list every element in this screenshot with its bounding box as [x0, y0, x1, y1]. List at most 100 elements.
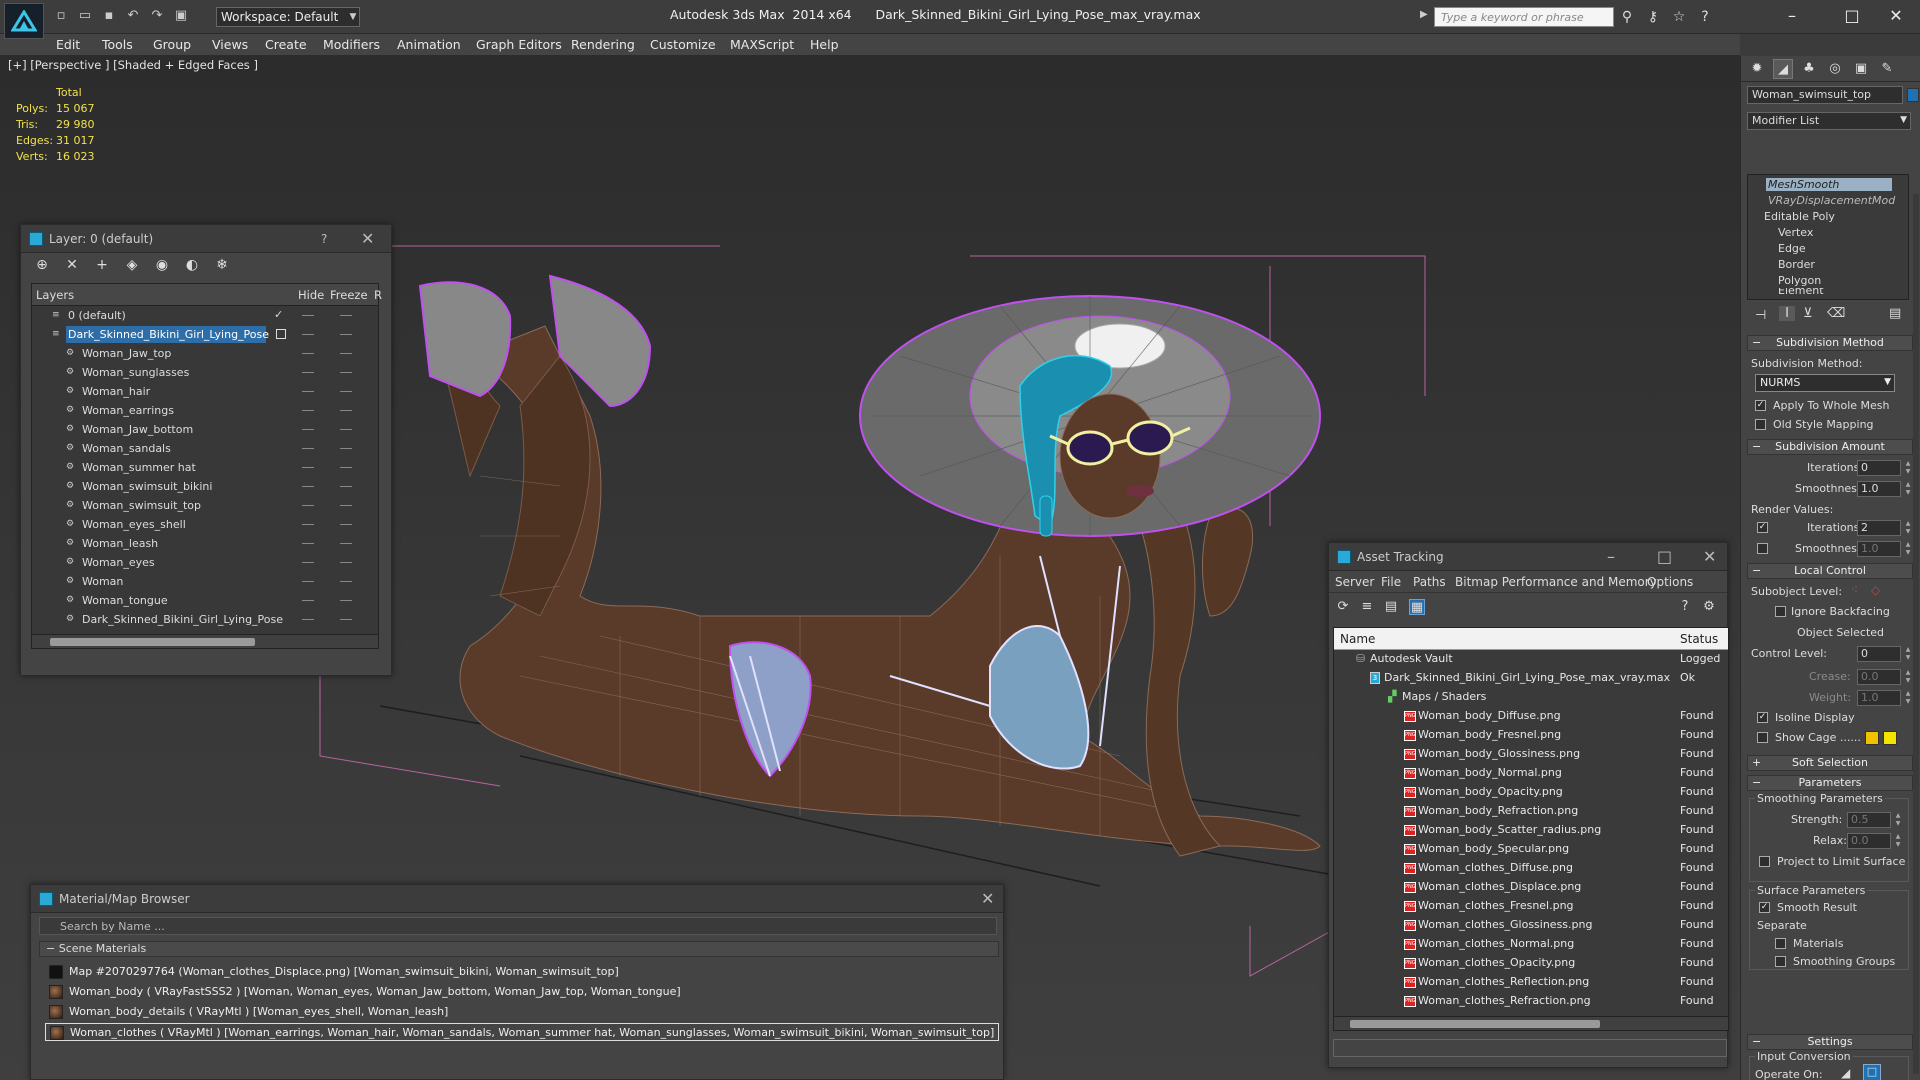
undo-icon[interactable]: ↶	[124, 8, 142, 24]
col-hide[interactable]: Hide	[298, 288, 324, 302]
project-limit-surface-checkbox[interactable]	[1759, 856, 1770, 867]
freeze-toggle[interactable]	[340, 467, 352, 468]
viewport-label[interactable]: [+] [Perspective ] [Shaded + Edged Faces…	[8, 58, 258, 72]
layer-row[interactable]: ≡ 0 (default) ✓	[32, 306, 378, 325]
utilities-tab-icon[interactable]: ✎	[1877, 59, 1897, 79]
asset-row[interactable]: PNG Woman_body_Scatter_radius.png Found	[1334, 821, 1728, 840]
rollout-subdivision-method[interactable]: − Subdivision Method	[1747, 335, 1913, 351]
layer-row[interactable]: ⚙ Dark_Skinned_Bikini_Girl_Lying_Pose	[32, 610, 378, 629]
asset-row[interactable]: PNG Woman_clothes_Fresnel.png Found	[1334, 897, 1728, 916]
crease-spinner[interactable]: 0.0	[1857, 669, 1901, 685]
edge-subobject-icon[interactable]: ◇	[1871, 583, 1880, 597]
hide-all-icon[interactable]: ◐	[183, 257, 201, 275]
asset-row[interactable]: PNG Woman_body_Opacity.png Found	[1334, 783, 1728, 802]
search-expand-icon[interactable]: ▶	[1420, 9, 1428, 20]
object-color-swatch[interactable]	[1907, 88, 1919, 102]
menu-bitmap-performance[interactable]: Bitmap Performance and Memory	[1455, 575, 1657, 589]
col-name[interactable]: Name	[1340, 632, 1375, 646]
object-name-field[interactable]: Woman_swimsuit_top	[1747, 86, 1903, 104]
open-file-icon[interactable]: ▭	[76, 8, 94, 24]
scroll-thumb[interactable]	[1350, 1020, 1600, 1028]
stack-item-vertex[interactable]: Vertex	[1778, 226, 1813, 239]
asset-row[interactable]: PNG Woman_clothes_Normal.png Found	[1334, 935, 1728, 954]
freeze-all-icon[interactable]: ❄	[213, 257, 231, 275]
material-browser-titlebar[interactable]: Material/Map Browser ✕	[31, 885, 1003, 913]
col-freeze[interactable]: Freeze	[330, 288, 368, 302]
material-row-selected[interactable]: Woman_clothes ( VRayMtl ) [Woman_earring…	[45, 1023, 999, 1041]
separate-materials-checkbox[interactable]	[1775, 938, 1786, 949]
asset-row[interactable]: PNG Woman_clothes_Opacity.png Found	[1334, 954, 1728, 973]
material-row[interactable]: Woman_body_details ( VRayMtl ) [Woman_ey…	[45, 1003, 999, 1021]
hide-toggle[interactable]	[302, 429, 314, 430]
create-tab-icon[interactable]: ✹	[1747, 59, 1767, 79]
col-layers[interactable]: Layers	[36, 288, 74, 302]
asset-row[interactable]: ▞ Maps / Shaders	[1334, 688, 1728, 707]
set-active-layer-box[interactable]	[276, 329, 286, 339]
render-smoothness-checkbox[interactable]	[1757, 543, 1768, 554]
freeze-toggle[interactable]	[340, 524, 352, 525]
layer-row[interactable]: ⚙ Woman_swimsuit_bikini	[32, 477, 378, 496]
list-view-icon[interactable]: ≡	[1359, 599, 1375, 615]
strength-spinner[interactable]: 0.5	[1847, 812, 1891, 828]
layer-row[interactable]: ⚙ Woman	[32, 572, 378, 591]
freeze-toggle[interactable]	[340, 448, 352, 449]
freeze-toggle[interactable]	[340, 581, 352, 582]
help-button[interactable]: ?	[321, 232, 327, 246]
hide-toggle[interactable]	[302, 524, 314, 525]
stack-item-polygon[interactable]: Polygon	[1778, 274, 1821, 287]
hide-toggle[interactable]	[302, 505, 314, 506]
make-unique-icon[interactable]: ⊻	[1803, 306, 1813, 321]
hide-toggle[interactable]	[302, 562, 314, 563]
iterations-spinner[interactable]: 0	[1857, 460, 1901, 476]
material-row[interactable]: Map #2070297764 (Woman_clothes_Displace.…	[45, 963, 999, 981]
col-render[interactable]: R	[374, 288, 382, 302]
smoothness-spinner[interactable]: 1.0	[1857, 481, 1901, 497]
menu-paths[interactable]: Paths	[1413, 575, 1446, 589]
close-icon[interactable]: ✕	[361, 229, 374, 248]
asset-row[interactable]: PNG Woman_body_Refraction.png Found	[1334, 802, 1728, 821]
asset-row[interactable]: ⛁ Autodesk Vault Logged	[1334, 650, 1728, 669]
refresh-icon[interactable]: ⟳	[1335, 599, 1351, 615]
spinner-arrows-icon[interactable]: ▲ ▼	[1903, 690, 1913, 706]
scroll-thumb[interactable]	[50, 638, 255, 646]
stack-item-vraydisplacement[interactable]: VRayDisplacementMod	[1768, 194, 1895, 207]
asset-tracking-titlebar[interactable]: Asset Tracking – □ ✕	[1329, 543, 1727, 571]
hide-toggle[interactable]	[302, 353, 314, 354]
layer-window-titlebar[interactable]: Layer: 0 (default) ? ✕	[21, 225, 391, 253]
motion-tab-icon[interactable]: ◎	[1825, 59, 1845, 79]
layer-row[interactable]: ⚙ Woman_hair	[32, 382, 378, 401]
menu-views[interactable]: Views	[212, 34, 248, 56]
material-row[interactable]: Woman_body ( VRayFastSSS2 ) [Woman, Woma…	[45, 983, 999, 1001]
menu-file[interactable]: File	[1381, 575, 1401, 589]
asset-row[interactable]: PNG Woman_clothes_Diffuse.png Found	[1334, 859, 1728, 878]
spinner-arrows-icon[interactable]: ▲ ▼	[1903, 481, 1913, 497]
freeze-toggle[interactable]	[340, 505, 352, 506]
subdivision-method-dropdown[interactable]: NURMS ▼	[1755, 374, 1895, 392]
old-style-mapping-checkbox[interactable]	[1755, 419, 1766, 430]
freeze-toggle[interactable]	[340, 429, 352, 430]
rollout-settings[interactable]: − Settings	[1747, 1034, 1913, 1050]
close-icon[interactable]: ✕	[1876, 4, 1916, 28]
settings-icon[interactable]: ⚙	[1701, 599, 1717, 615]
menu-maxscript[interactable]: MAXScript	[730, 34, 794, 56]
menu-group[interactable]: Group	[153, 34, 191, 56]
add-to-layer-icon[interactable]: +	[93, 257, 111, 275]
hide-toggle[interactable]	[302, 372, 314, 373]
hide-toggle[interactable]	[302, 391, 314, 392]
render-smoothness-spinner[interactable]: 1.0	[1857, 541, 1901, 557]
active-layer-check-icon[interactable]: ✓	[274, 308, 283, 321]
spinner-arrows-icon[interactable]: ▲ ▼	[1903, 460, 1913, 476]
apply-whole-mesh-checkbox[interactable]: ✓	[1755, 400, 1766, 411]
freeze-toggle[interactable]	[340, 391, 352, 392]
table-view-icon[interactable]: ▤	[1383, 599, 1399, 615]
hide-toggle[interactable]	[302, 448, 314, 449]
col-status[interactable]: Status	[1680, 632, 1718, 646]
hierarchy-tab-icon[interactable]: ♣	[1799, 59, 1819, 79]
hide-toggle[interactable]	[302, 486, 314, 487]
menu-edit[interactable]: Edit	[56, 34, 80, 56]
close-icon[interactable]: ✕	[1703, 547, 1716, 566]
asset-row[interactable]: PNG Woman_clothes_Refraction.png Found	[1334, 992, 1728, 1011]
create-layer-icon[interactable]: ⊕	[33, 257, 51, 275]
workspace-dropdown[interactable]: Workspace: Default	[216, 7, 360, 27]
pin-stack-icon[interactable]: ⊣	[1755, 308, 1766, 323]
